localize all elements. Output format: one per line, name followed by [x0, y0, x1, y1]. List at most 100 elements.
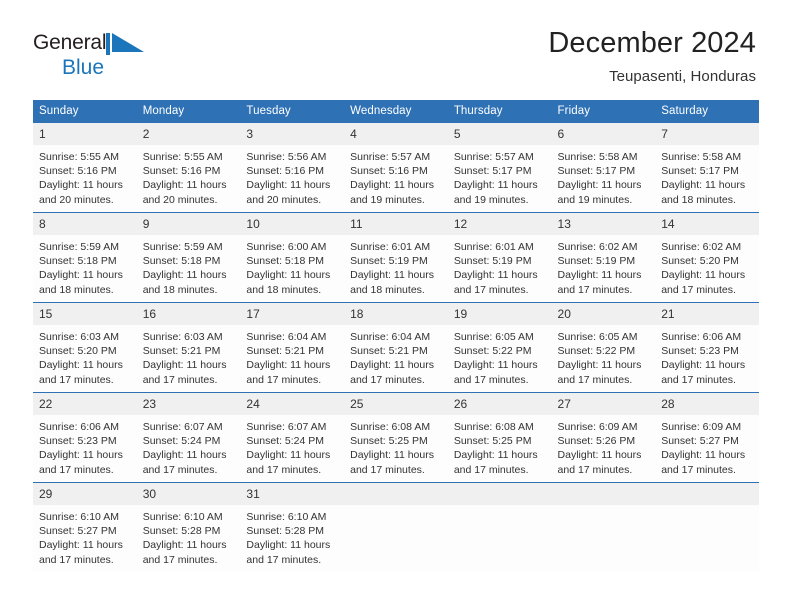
weekday-header-thursday: Thursday	[447, 99, 552, 123]
day-cell[interactable]: 7 Sunrise: 5:58 AM Sunset: 5:17 PM Daylight…	[655, 121, 759, 213]
day-details: Sunrise: 5:56 AM Sunset: 5:16 PM Daylight:…	[240, 145, 344, 207]
day-details: Sunrise: 6:07 AM Sunset: 5:24 PM Daylight:…	[240, 415, 344, 477]
sunrise-text: Sunrise: 6:06 AM	[39, 420, 119, 433]
day-cell[interactable]: 21 Sunrise: 6:06 AM Sunset: 5:23 PM Dayligh…	[655, 301, 759, 393]
day-number: 5	[447, 122, 552, 145]
daylight-text-line1: Daylight: 11 hours	[453, 449, 538, 462]
day-number	[551, 482, 656, 505]
sunrise-text: Sunrise: 5:58 AM	[661, 150, 742, 163]
day-details: Sunrise: 6:08 AM Sunset: 5:25 PM Daylight:…	[448, 415, 552, 477]
sunset-text: Sunset: 5:17 PM	[661, 165, 739, 178]
calendar-page: General Blue December 2024 Teupasenti, H…	[0, 0, 792, 612]
day-cell[interactable]: 4 Sunrise: 5:57 AM Sunset: 5:16 PM Daylight…	[344, 121, 448, 213]
sunrise-text: Sunrise: 5:59 AM	[142, 240, 223, 253]
day-cell[interactable]: 18 Sunrise: 6:04 AM Sunset: 5:21 PM Dayligh…	[344, 301, 448, 393]
daylight-text-line1: Daylight: 11 hours	[557, 179, 642, 192]
generalblue-logo[interactable]: General Blue	[33, 28, 153, 78]
day-details: Sunrise: 6:08 AM Sunset: 5:25 PM Daylight:…	[344, 415, 448, 477]
day-cell[interactable]: 26 Sunrise: 6:08 AM Sunset: 5:25 PM Dayligh…	[447, 391, 552, 483]
day-cell[interactable]: 2 Sunrise: 5:55 AM Sunset: 5:16 PM Daylight…	[136, 121, 241, 213]
sunrise-text: Sunrise: 6:02 AM	[557, 240, 638, 253]
sunrise-text: Sunrise: 6:06 AM	[661, 330, 742, 343]
day-details: Sunrise: 5:58 AM Sunset: 5:17 PM Daylight:…	[655, 145, 759, 207]
day-cell[interactable]: 17 Sunrise: 6:04 AM Sunset: 5:21 PM Dayligh…	[240, 301, 345, 393]
day-cell-empty	[344, 481, 448, 573]
daylight-text-line1: Daylight: 11 hours	[661, 179, 746, 192]
calendar-week-row: 8 Sunrise: 5:59 AM Sunset: 5:18 PM Daylight…	[33, 211, 759, 303]
day-cell[interactable]: 16 Sunrise: 6:03 AM Sunset: 5:21 PM Dayligh…	[136, 301, 241, 393]
day-number: 2	[136, 122, 241, 145]
sunrise-text: Sunrise: 6:10 AM	[246, 510, 327, 523]
sunrise-text: Sunrise: 6:08 AM	[453, 420, 534, 433]
daylight-text-line2: and 17 minutes.	[350, 373, 425, 386]
day-cell[interactable]: 27 Sunrise: 6:09 AM Sunset: 5:26 PM Dayligh…	[551, 391, 656, 483]
page-title: December 2024	[548, 27, 756, 59]
day-details: Sunrise: 5:55 AM Sunset: 5:16 PM Daylight:…	[33, 145, 137, 207]
sunrise-text: Sunrise: 6:07 AM	[142, 420, 223, 433]
calendar-week-row: 1 Sunrise: 5:55 AM Sunset: 5:16 PM Daylight…	[33, 121, 759, 213]
day-number: 26	[447, 392, 552, 415]
day-cell[interactable]: 5 Sunrise: 5:57 AM Sunset: 5:17 PM Daylight…	[447, 121, 552, 213]
sunrise-text: Sunrise: 6:05 AM	[453, 330, 534, 343]
day-cell[interactable]: 6 Sunrise: 5:58 AM Sunset: 5:17 PM Daylight…	[551, 121, 656, 213]
day-cell[interactable]: 19 Sunrise: 6:05 AM Sunset: 5:22 PM Dayligh…	[447, 301, 552, 393]
daylight-text-line1: Daylight: 11 hours	[246, 449, 331, 462]
sunrise-text: Sunrise: 6:09 AM	[557, 420, 638, 433]
sunrise-text: Sunrise: 5:56 AM	[246, 150, 327, 163]
day-cell[interactable]: 28 Sunrise: 6:09 AM Sunset: 5:27 PM Dayligh…	[655, 391, 759, 483]
day-number: 18	[344, 302, 448, 325]
sunrise-text: Sunrise: 5:57 AM	[453, 150, 534, 163]
day-details: Sunrise: 6:04 AM Sunset: 5:21 PM Daylight:…	[344, 325, 448, 387]
day-cell[interactable]: 23 Sunrise: 6:07 AM Sunset: 5:24 PM Dayligh…	[136, 391, 241, 483]
day-cell[interactable]: 1 Sunrise: 5:55 AM Sunset: 5:16 PM Daylight…	[33, 121, 137, 213]
sunset-text: Sunset: 5:23 PM	[661, 345, 739, 358]
day-cell[interactable]: 10 Sunrise: 6:00 AM Sunset: 5:18 PM Dayligh…	[240, 211, 345, 303]
daylight-text-line1: Daylight: 11 hours	[246, 179, 331, 192]
day-cell[interactable]: 15 Sunrise: 6:03 AM Sunset: 5:20 PM Dayligh…	[33, 301, 137, 393]
daylight-text-line2: and 18 minutes.	[350, 283, 425, 296]
day-details: Sunrise: 6:03 AM Sunset: 5:20 PM Daylight:…	[33, 325, 137, 387]
daylight-text-line1: Daylight: 11 hours	[39, 539, 123, 552]
sunset-text: Sunset: 5:17 PM	[557, 165, 636, 178]
logo-general-text: General	[33, 31, 107, 54]
day-details	[344, 505, 448, 510]
daylight-text-line1: Daylight: 11 hours	[142, 179, 227, 192]
day-cell[interactable]: 30 Sunrise: 6:10 AM Sunset: 5:28 PM Dayligh…	[136, 481, 241, 573]
sunset-text: Sunset: 5:19 PM	[557, 255, 636, 268]
day-cell[interactable]: 20 Sunrise: 6:05 AM Sunset: 5:22 PM Dayligh…	[551, 301, 656, 393]
daylight-text-line1: Daylight: 11 hours	[661, 359, 746, 372]
day-cell[interactable]: 24 Sunrise: 6:07 AM Sunset: 5:24 PM Dayligh…	[240, 391, 345, 483]
day-cell[interactable]: 22 Sunrise: 6:06 AM Sunset: 5:23 PM Dayligh…	[33, 391, 137, 483]
day-cell[interactable]: 14 Sunrise: 6:02 AM Sunset: 5:20 PM Dayligh…	[655, 211, 759, 303]
day-cell[interactable]: 12 Sunrise: 6:01 AM Sunset: 5:19 PM Dayligh…	[447, 211, 552, 303]
daylight-text-line2: and 17 minutes.	[661, 373, 736, 386]
sunset-text: Sunset: 5:18 PM	[39, 255, 117, 268]
sunset-text: Sunset: 5:24 PM	[142, 435, 221, 448]
day-cell[interactable]: 29 Sunrise: 6:10 AM Sunset: 5:27 PM Dayligh…	[33, 481, 137, 573]
day-cell[interactable]: 31 Sunrise: 6:10 AM Sunset: 5:28 PM Dayligh…	[240, 481, 345, 573]
sunrise-text: Sunrise: 6:01 AM	[350, 240, 431, 253]
day-cell[interactable]: 25 Sunrise: 6:08 AM Sunset: 5:25 PM Dayligh…	[344, 391, 448, 483]
day-number: 11	[344, 212, 448, 235]
daylight-text-line2: and 17 minutes.	[39, 373, 114, 386]
day-cell[interactable]: 3 Sunrise: 5:56 AM Sunset: 5:16 PM Daylight…	[240, 121, 345, 213]
day-details	[655, 505, 759, 510]
daylight-text-line2: and 17 minutes.	[142, 553, 218, 566]
day-cell[interactable]: 13 Sunrise: 6:02 AM Sunset: 5:19 PM Dayligh…	[551, 211, 656, 303]
day-number: 15	[33, 302, 137, 325]
day-number: 1	[33, 122, 137, 145]
day-number	[655, 482, 759, 505]
sunrise-text: Sunrise: 6:01 AM	[453, 240, 534, 253]
day-details: Sunrise: 6:02 AM Sunset: 5:20 PM Daylight:…	[655, 235, 759, 297]
sunrise-text: Sunrise: 6:03 AM	[39, 330, 119, 343]
sunset-text: Sunset: 5:25 PM	[453, 435, 532, 448]
weekday-header-saturday: Saturday	[655, 99, 759, 123]
day-cell[interactable]: 9 Sunrise: 5:59 AM Sunset: 5:18 PM Daylight…	[136, 211, 241, 303]
day-number	[447, 482, 552, 505]
daylight-text-line2: and 17 minutes.	[39, 553, 114, 566]
day-cell[interactable]: 8 Sunrise: 5:59 AM Sunset: 5:18 PM Daylight…	[33, 211, 137, 303]
day-number: 29	[33, 482, 137, 505]
daylight-text-line2: and 17 minutes.	[246, 463, 322, 476]
sunset-text: Sunset: 5:16 PM	[246, 165, 325, 178]
day-cell[interactable]: 11 Sunrise: 6:01 AM Sunset: 5:19 PM Dayligh…	[344, 211, 448, 303]
